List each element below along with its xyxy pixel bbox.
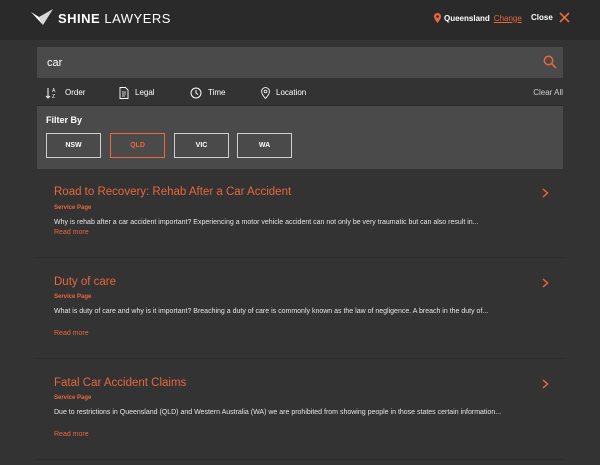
chevron-right-icon[interactable] [542,379,549,389]
tab-legal-label: Legal [135,88,155,97]
result-type: Service Page [54,395,92,401]
shine-lawyers-logo[interactable]: SHINE LAWYERS [30,8,171,28]
tab-location-label: Location [276,88,307,97]
chevron-right-icon[interactable] [542,188,549,198]
search-result: Road to Recovery: Rehab After a Car Acci… [37,170,563,258]
clock-icon [190,87,202,98]
close-button[interactable]: Close [531,12,570,23]
region-selector: Queensland Change [434,13,522,23]
location-pin-outline-icon [261,86,270,99]
sort-az-icon: A Z [45,87,56,99]
logo-text-bold: SHINE [58,10,101,26]
tab-legal[interactable]: Legal [119,80,155,106]
filter-chip-wa[interactable]: WA [237,133,292,158]
close-icon [559,12,570,23]
location-pin-icon [434,13,441,23]
region-name: Queensland [444,13,490,23]
read-more-link[interactable]: Read more [54,431,89,438]
search-result: Fatal Car Accident Claims Service Page D… [37,360,563,460]
svg-text:Z: Z [52,94,55,99]
tab-location[interactable]: Location [261,80,307,107]
result-type: Service Page [54,205,92,211]
tab-time-label: Time [208,88,226,97]
search-input[interactable] [37,56,517,69]
filter-chip-qld[interactable]: QLD [110,133,165,158]
result-title[interactable]: Duty of care [54,276,116,288]
result-description: Why is rehab after a car accident import… [54,219,479,226]
read-more-link[interactable]: Read more [54,330,89,337]
result-description: Due to restrictions in Queensland (QLD) … [54,409,502,416]
result-title[interactable]: Fatal Car Accident Claims [54,377,186,389]
filter-chip-vic[interactable]: VIC [174,133,229,158]
filter-tabs: A Z Order Legal Time Location Clear All [37,80,563,107]
filter-by-heading: Filter By [46,115,83,125]
site-header: SHINE LAWYERS Queensland Change Close [0,0,600,40]
result-type: Service Page [54,294,92,300]
chevron-right-icon[interactable] [542,278,549,288]
bird-logo-icon [31,9,53,25]
logo-text-light: LAWYERS [104,10,171,26]
search-bar [37,47,563,78]
filter-panel: Filter By NSW QLD VIC WA [37,106,563,169]
tab-time[interactable]: Time [190,80,225,106]
tab-order[interactable]: A Z Order [45,80,85,106]
close-label: Close [531,13,553,22]
search-icon[interactable] [543,55,557,69]
read-more-link[interactable]: Read more [54,229,89,236]
filter-chip-nsw[interactable]: NSW [46,133,101,158]
tab-order-label: Order [65,88,86,97]
clear-all-button[interactable]: Clear All [533,88,563,97]
change-region-link[interactable]: Change [494,14,522,23]
document-icon [119,86,129,99]
result-title[interactable]: Road to Recovery: Rehab After a Car Acci… [54,186,291,198]
result-description: What is duty of care and why is it impor… [54,308,489,315]
search-result: Duty of care Service Page What is duty o… [37,259,563,359]
